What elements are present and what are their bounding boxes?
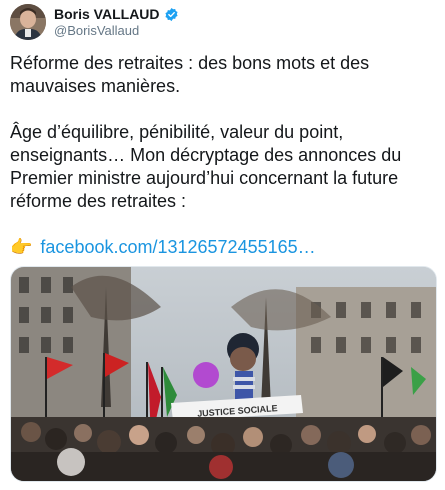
tweet-paragraph-1: Réforme des retraites : des bons mots et… [10, 53, 370, 96]
tweet-text: Réforme des retraites : des bons mots et… [10, 52, 435, 259]
verified-badge-icon [164, 7, 178, 21]
author-avatar[interactable] [10, 4, 46, 40]
tweet-paragraph-2: Âge d’équilibre, pénibilité, valeur du p… [10, 122, 402, 211]
author-display-name[interactable]: Boris VALLAUD [54, 6, 160, 22]
tweet-card[interactable]: Boris VALLAUD @BorisVallaud Réforme des … [0, 0, 445, 490]
facebook-link[interactable]: facebook.com/13126572455165… [40, 236, 315, 259]
author-handle[interactable]: @BorisVallaud [54, 23, 139, 38]
tweet-photo[interactable]: JUSTICE SOCIALE [10, 266, 437, 482]
pointing-hand-icon: 👉 [10, 237, 33, 257]
author-name-row[interactable]: Boris VALLAUD [54, 5, 179, 23]
protest-photo: JUSTICE SOCIALE [11, 267, 436, 481]
avatar-photo-icon [10, 4, 46, 40]
tweet-link-row: 👉 facebook.com/13126572455165… [10, 236, 435, 259]
